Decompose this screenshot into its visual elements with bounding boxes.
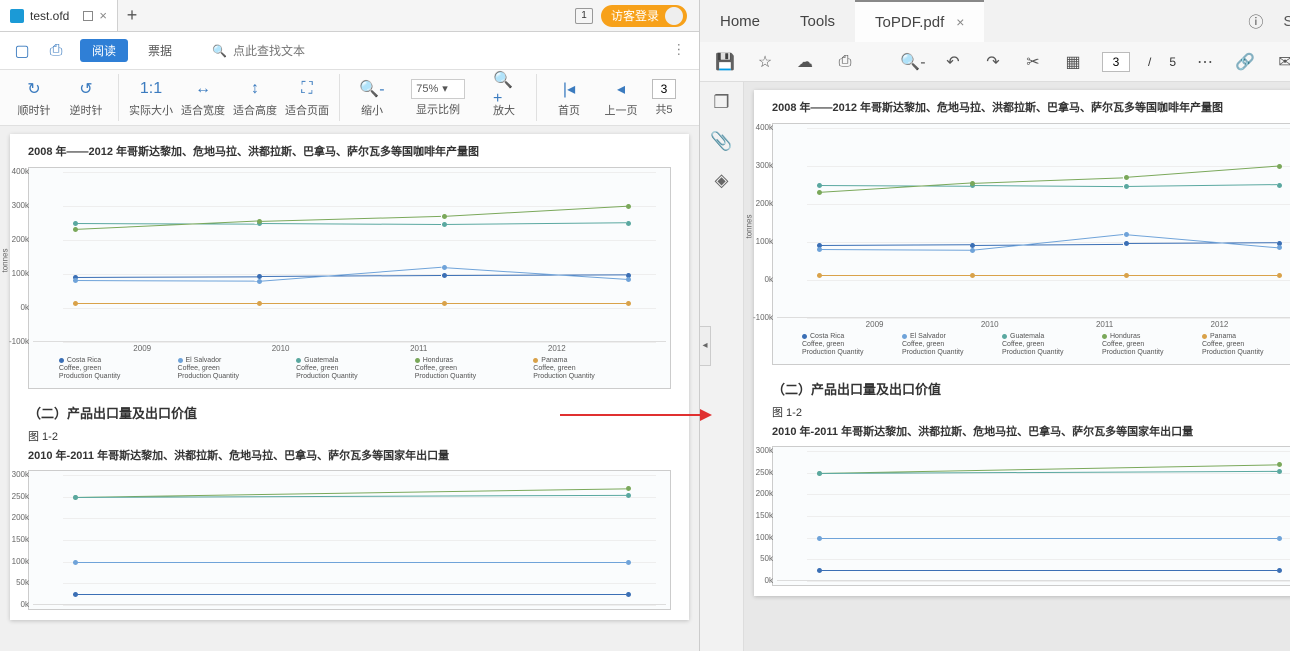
tab-tools[interactable]: Tools [780,0,855,42]
fit-width-button[interactable]: ↔适合宽度 [177,74,229,121]
left-tab-bar: test.ofd × + 1 访客登录 [0,0,699,32]
zoom-in-button[interactable]: 🔍+放大 [478,74,530,121]
save-icon[interactable]: 💾 [714,51,736,73]
figure-1-2-label: 图 1-2 [28,428,671,444]
avatar-icon [665,7,683,25]
right-sidebar: ❐ 📎 ◈ [700,82,744,651]
first-page-button[interactable]: |◂首页 [543,74,595,121]
page-number-input[interactable] [1102,52,1130,72]
layers-icon[interactable]: ◈ [715,170,729,191]
print-icon[interactable]: ⎙ [834,51,856,73]
page-number-field[interactable]: 共5 [647,74,681,121]
open-file-icon[interactable]: ▢ [12,41,32,61]
fit-height-button[interactable]: ↕适合高度 [229,74,281,121]
rotate-cw-icon: ↻ [23,78,45,100]
chart2: 0k50k100k150k200k250k300k [772,446,1290,586]
read-mode-button[interactable]: 阅读 [80,39,128,62]
one-to-one-icon: 1:1 [140,78,162,100]
right-tab-bar: Home Tools ToPDF.pdf × ⓘ Sign In [700,0,1290,42]
zoom-out-icon: 🔍- [361,78,383,100]
collapse-handle[interactable]: ◂ [699,326,711,366]
document-tab-title: ToPDF.pdf [875,14,944,31]
left-primary-toolbar: ▢ ⎙ 阅读 票据 🔍 ⋯ [0,32,699,70]
section-2-heading: （二）产品出口量及出口价值 [28,403,671,422]
close-tab-icon[interactable]: × [99,8,107,23]
close-icon[interactable]: × [956,14,964,30]
more-menu-icon[interactable]: ⋯ [671,43,688,59]
print-icon[interactable]: ⎙ [46,41,66,61]
new-tab-button[interactable]: + [118,5,146,26]
chart1-title: 2008 年——2012 年哥斯达黎加、危地马拉、洪都拉斯、巴拿马、萨尔瓦多等国… [772,100,1290,117]
pages-panel-icon[interactable]: ❐ [713,92,729,113]
chart2: 0k50k100k150k200k250k300k [28,470,671,610]
first-page-icon: |◂ [558,78,580,100]
zoom-out-icon[interactable]: 🔍- [902,51,924,73]
link-icon[interactable]: 🔗 [1234,51,1256,73]
right-toolbar: 💾 ☆ ☁ ⎙ 🔍- ↶ ↷ ✂ ▦ / 5 ⋯ 🔗 ✉ ⚑ [700,42,1290,82]
help-icon[interactable]: ⓘ [1248,11,1263,32]
chart1: -100k0k100k200k300k400ktonnes 2009201020… [28,167,671,389]
rotate-cw-button[interactable]: ↻顺时针 [8,74,60,121]
undo-icon[interactable]: ↶ [942,51,964,73]
chart1: -100k0k100k200k300k400ktonnes 2009201020… [772,123,1290,365]
guest-login-button[interactable]: 访客登录 [601,5,687,27]
right-document-viewport[interactable]: 2008 年——2012 年哥斯达黎加、危地马拉、洪都拉斯、巴拿马、萨尔瓦多等国… [744,82,1290,651]
rotate-ccw-icon: ↺ [75,78,97,100]
document-page: 2008 年——2012 年哥斯达黎加、危地马拉、洪都拉斯、巴拿马、萨尔瓦多等国… [754,90,1290,596]
rotate-ccw-button[interactable]: ↺逆时针 [60,74,112,121]
fit-page-button[interactable]: ⛶适合页面 [281,74,333,121]
prev-page-icon: ◂ [610,78,632,100]
more-icon[interactable]: ⋯ [1194,51,1216,73]
login-label: 访客登录 [611,7,659,24]
chevron-down-icon: ▾ [442,82,448,95]
fit-page-icon: ⛶ [296,78,318,100]
search-box[interactable]: 🔍 [212,44,353,58]
attachments-icon[interactable]: 📎 [710,131,732,152]
actual-size-button[interactable]: 1:1实际大小 [125,74,177,121]
chart2-title: 2010 年-2011 年哥斯达黎加、洪都拉斯、危地马拉、巴拿马、萨尔瓦多等国家… [28,448,671,465]
search-icon: 🔍 [212,44,227,58]
left-document-viewport[interactable]: 2008 年——2012 年哥斯达黎加、危地马拉、洪都拉斯、巴拿马、萨尔瓦多等国… [0,126,699,651]
search-input[interactable] [233,44,353,58]
cut-icon[interactable]: ✂ [1022,51,1044,73]
left-ribbon: ↻顺时针 ↺逆时针 1:1实际大小 ↔适合宽度 ↕适合高度 ⛶适合页面 🔍-缩小… [0,70,699,126]
page-total: 5 [1169,55,1176,69]
notification-badge[interactable]: 1 [575,8,593,24]
section-2-heading: （二）产品出口量及出口价值 [772,379,1290,398]
tab-document[interactable]: ToPDF.pdf × [855,0,984,42]
document-page: 2008 年——2012 年哥斯达黎加、危地马拉、洪都拉斯、巴拿马、萨尔瓦多等国… [10,134,689,620]
zoom-in-icon: 🔍+ [493,78,515,100]
figure-1-2-label: 图 1-2 [772,404,1290,420]
chart1-title: 2008 年——2012 年哥斯达黎加、危地马拉、洪都拉斯、巴拿马、萨尔瓦多等国… [28,144,671,161]
star-icon[interactable]: ☆ [754,51,776,73]
fit-width-icon: ↔ [192,78,214,100]
sign-in-button[interactable]: Sign In [1283,13,1290,30]
ofd-file-icon [10,9,24,23]
tab-title: test.ofd [30,9,69,23]
page-separator: / [1148,55,1151,69]
redo-icon[interactable]: ↷ [982,51,1004,73]
mail-icon[interactable]: ✉ [1274,51,1290,73]
tab-home[interactable]: Home [700,0,780,42]
form-mode-button[interactable]: 票据 [142,39,178,62]
prev-page-button[interactable]: ◂上一页 [595,74,647,121]
window-mode-icon[interactable] [83,11,93,21]
fit-height-icon: ↕ [244,78,266,100]
upload-icon[interactable]: ☁ [794,51,816,73]
chart2-title: 2010 年-2011 年哥斯达黎加、洪都拉斯、危地马拉、巴拿马、萨尔瓦多等国家… [772,424,1290,441]
grid-icon[interactable]: ▦ [1062,51,1084,73]
zoom-out-button[interactable]: 🔍-缩小 [346,74,398,121]
zoom-select[interactable]: 75%▾ 显示比例 [398,74,478,121]
document-tab[interactable]: test.ofd × [0,0,118,31]
